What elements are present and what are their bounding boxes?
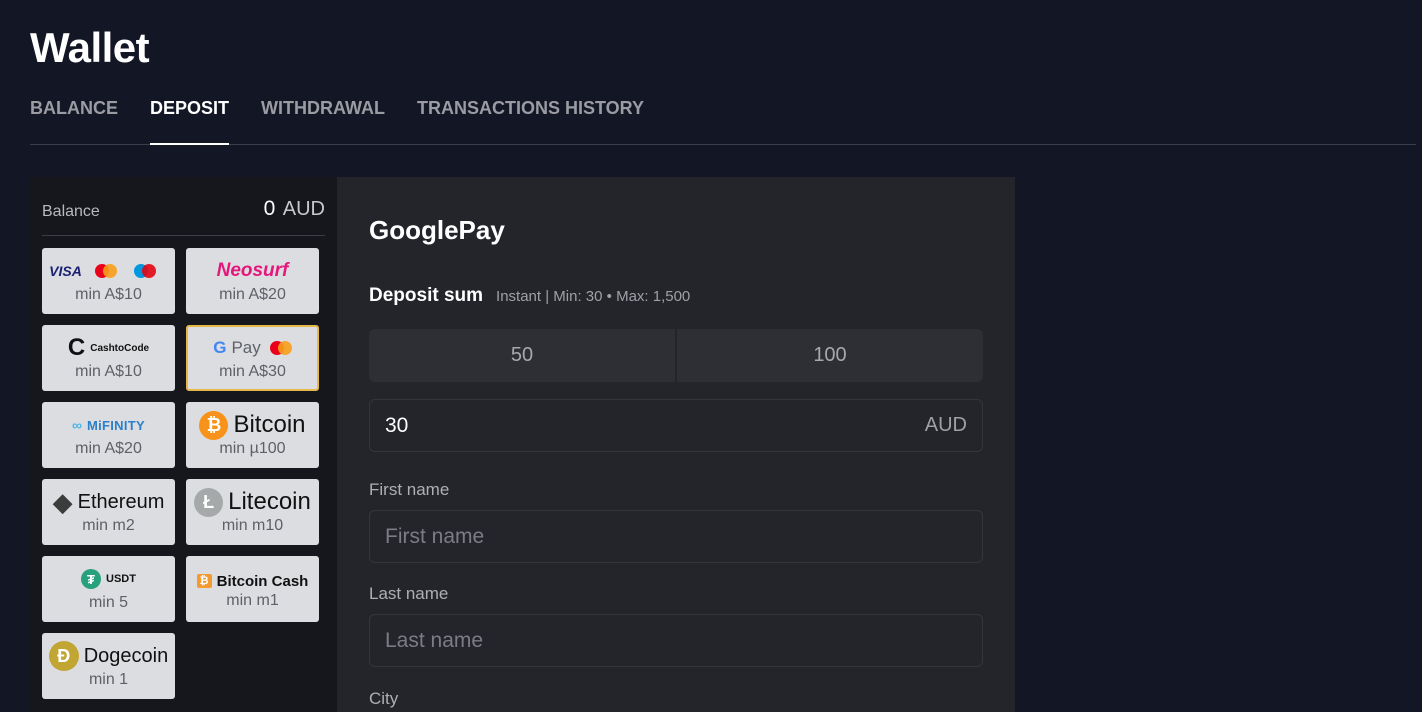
method-card-bitcoin-cash[interactable]: ₿ Bitcoin Cash min m1 [186, 556, 319, 622]
dogecoin-logo: Ð Dogecoin [48, 641, 169, 671]
tab-transactions-history[interactable]: TRANSACTIONS HISTORY [417, 96, 644, 144]
method-card-litecoin[interactable]: Ł Litecoin min m10 [186, 479, 319, 545]
last-name-field[interactable]: Last name [369, 614, 983, 667]
method-card-bitcoin[interactable]: ₿ Bitcoin min µ100 [186, 402, 319, 468]
ethereum-icon: ◆ [52, 486, 73, 517]
usdt-logo: ₮ USDT [81, 566, 136, 592]
wallet-tabs: BALANCE DEPOSIT WITHDRAWAL TRANSACTIONS … [30, 96, 1416, 145]
bitcoin-cash-logo: ₿ Bitcoin Cash [196, 568, 309, 594]
mifinity-logo: ∞ MiFINITY [72, 412, 145, 438]
method-min: min m1 [226, 592, 279, 609]
method-card-cashtocode[interactable]: C CashtoCode min A$10 [42, 325, 175, 391]
method-card-neosurf[interactable]: Neosurf min A$20 [186, 248, 319, 314]
quick-amount-100-button[interactable]: 100 [677, 329, 983, 382]
litecoin-logo: Ł Litecoin [194, 487, 311, 517]
dogecoin-text: Dogecoin [83, 644, 169, 667]
method-min: min A$10 [75, 363, 142, 380]
visa-logo: VISA [49, 263, 82, 279]
method-min: min A$20 [75, 440, 142, 457]
page-title: Wallet [30, 24, 150, 71]
cards-logo: VISA [49, 258, 168, 284]
deposit-sum-row: Deposit sum Instant | Min: 30 • Max: 1,5… [369, 285, 690, 307]
method-card-googlepay[interactable]: G Pay min A$30 [186, 325, 319, 391]
payment-methods-sidebar: Balance 0 AUD VISA min A$10 Neosurf min … [30, 177, 337, 712]
deposit-panel: Balance 0 AUD VISA min A$10 Neosurf min … [30, 177, 1015, 712]
bitcoin-logo: ₿ Bitcoin [199, 410, 306, 440]
tether-icon: ₮ [81, 569, 102, 589]
mastercard-icon [269, 341, 292, 355]
mifinity-text: MiFINITY [86, 417, 145, 433]
googlepay-text: Pay [231, 338, 261, 357]
method-min: min 1 [88, 671, 129, 688]
method-min: min A$20 [219, 286, 286, 303]
ethereum-logo: ◆ Ethereum [52, 486, 165, 517]
tab-deposit[interactable]: DEPOSIT [150, 96, 230, 145]
first-name-field[interactable]: First name [369, 510, 983, 563]
infinity-icon: ∞ [72, 417, 82, 433]
bitcoin-text: Bitcoin [233, 411, 306, 438]
cashtocode-logo: C CashtoCode [68, 335, 149, 361]
method-min: min m2 [82, 517, 135, 534]
deposit-sum-label: Deposit sum [369, 285, 484, 306]
deposit-form: GooglePay Deposit sum Instant | Min: 30 … [337, 177, 1015, 712]
amount-value: 30 [385, 413, 409, 437]
balance-amount: 0 [263, 197, 276, 220]
payment-methods-grid: VISA min A$10 Neosurf min A$20 C CashtoC… [42, 248, 325, 699]
amount-currency: AUD [924, 414, 967, 436]
bitcoin-cash-text: Bitcoin Cash [216, 572, 309, 590]
litecoin-text: Litecoin [228, 488, 311, 515]
tab-balance[interactable]: BALANCE [30, 96, 118, 144]
balance-currency: AUD [282, 198, 325, 220]
bitcoin-icon: ₿ [199, 410, 229, 440]
method-min: min 5 [88, 594, 129, 611]
google-g-icon: G [213, 338, 227, 357]
method-title: GooglePay [369, 215, 505, 245]
maestro-icon [133, 264, 156, 278]
cashtocode-icon: C [67, 334, 86, 361]
mastercard-icon [94, 264, 117, 278]
method-min: min µ100 [219, 440, 286, 457]
method-card-ethereum[interactable]: ◆ Ethereum min m2 [42, 479, 175, 545]
method-min: min m10 [221, 517, 284, 534]
method-card-usdt[interactable]: ₮ USDT min 5 [42, 556, 175, 622]
cashtocode-text: CashtoCode [90, 342, 150, 354]
balance-label: Balance [42, 203, 100, 220]
bitcoin-cash-icon: ₿ [196, 574, 212, 588]
googlepay-logo: G Pay [213, 335, 292, 361]
method-card-dogecoin[interactable]: Ð Dogecoin min 1 [42, 633, 175, 699]
method-min: min A$30 [219, 363, 286, 380]
ethereum-text: Ethereum [77, 490, 165, 513]
quick-amounts: 50 100 [369, 329, 983, 382]
deposit-sum-info: Instant | Min: 30 • Max: 1,500 [496, 288, 691, 305]
balance-value: 0 AUD [264, 197, 325, 221]
last-name-label: Last name [369, 584, 449, 603]
method-card-mifinity[interactable]: ∞ MiFINITY min A$20 [42, 402, 175, 468]
neosurf-logo: Neosurf [216, 260, 289, 281]
method-min: min A$10 [75, 286, 142, 303]
quick-amount-50-button[interactable]: 50 [369, 329, 675, 382]
method-card-cards[interactable]: VISA min A$10 [42, 248, 175, 314]
usdt-text: USDT [106, 573, 136, 585]
tab-withdrawal[interactable]: WITHDRAWAL [261, 96, 385, 144]
balance-row: Balance 0 AUD [42, 177, 325, 236]
city-label: City [369, 689, 399, 708]
first-name-label: First name [369, 480, 450, 499]
litecoin-icon: Ł [194, 487, 224, 517]
amount-input[interactable]: 30 AUD [369, 399, 983, 452]
dogecoin-icon: Ð [48, 641, 79, 671]
